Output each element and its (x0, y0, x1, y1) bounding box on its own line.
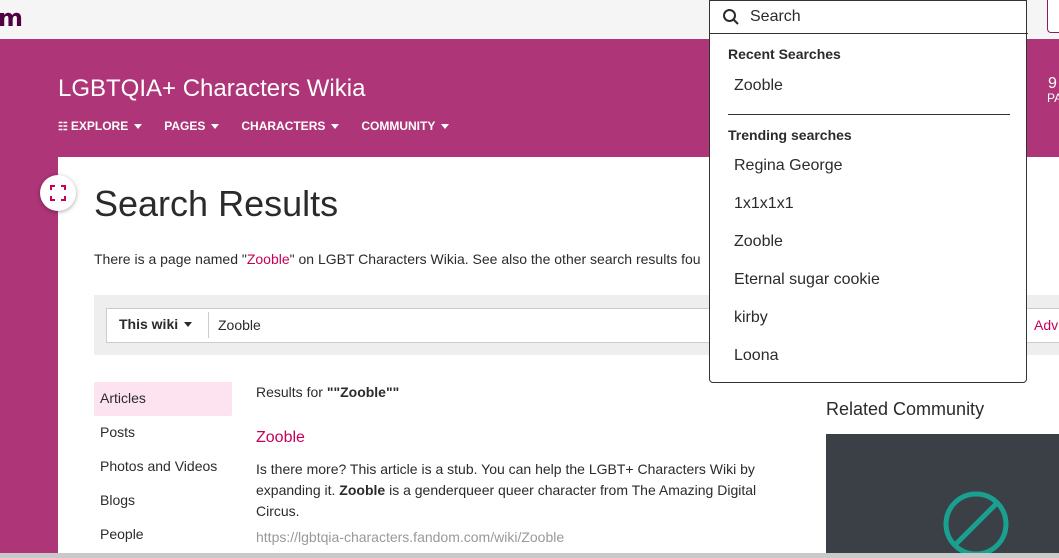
related-community-card[interactable] (826, 434, 1059, 558)
result-title-link[interactable]: Zooble (256, 428, 305, 448)
result-type-people[interactable]: People (94, 518, 232, 552)
expand-icon (50, 185, 66, 201)
dropdown-divider (728, 114, 1010, 115)
search-dropdown: Search Recent Searches Zooble Trending s… (709, 0, 1028, 383)
results-for-label: Results for (256, 384, 327, 400)
trending-search-item[interactable]: 1x1x1x1 (734, 194, 794, 214)
result-snippet: Is there more? This article is a stub. Y… (256, 459, 776, 522)
search-intro: There is a page named "Zooble" on LGBT C… (94, 250, 701, 268)
trending-search-item[interactable]: Zooble (734, 232, 783, 252)
bottom-edge (0, 553, 1059, 558)
account-button[interactable] (1047, 0, 1059, 33)
fandom-logo[interactable]: m (0, 4, 23, 32)
search-scope-select[interactable]: This wiki (119, 316, 193, 332)
nav-pages[interactable]: Pages (164, 118, 220, 134)
search-icon (723, 9, 739, 25)
nav-explore-label: Explore (70, 119, 129, 133)
recent-search-item[interactable]: Zooble (734, 76, 783, 96)
result-type-photos-videos[interactable]: Photos and Videos (94, 450, 232, 484)
global-search-placeholder: Search (750, 8, 801, 25)
trending-search-item[interactable]: Regina George (734, 156, 843, 176)
search-query-input[interactable]: Zooble (218, 317, 261, 333)
nav-explore[interactable]: ☷ Explore (58, 118, 143, 134)
recent-searches-heading: Recent Searches (728, 46, 841, 62)
trending-searches-heading: Trending searches (728, 127, 852, 143)
caret-down-icon (184, 321, 193, 327)
wiki-title[interactable]: LGBTQIA+ Characters Wikia (58, 74, 365, 104)
page-title: Search Results (94, 183, 339, 224)
results-for-heading: Results for ""Zooble"" (256, 383, 399, 401)
chevron-down-icon (211, 123, 220, 129)
advanced-search-link[interactable]: Adv (1034, 317, 1058, 333)
intro-page-link[interactable]: Zooble (247, 251, 290, 267)
chevron-down-icon (441, 123, 450, 129)
chevron-down-icon (134, 123, 143, 129)
nav-characters-label: Characters (241, 119, 326, 133)
nav-pages-label: Pages (164, 119, 206, 133)
wiki-stat-number: 9 (1048, 75, 1057, 92)
global-search-input[interactable]: Search (710, 1, 1028, 34)
search-scope-label: This wiki (119, 316, 179, 332)
wiki-nav: ☷ Explore Pages Characters Community (58, 118, 471, 134)
result-type-articles[interactable]: Articles (94, 382, 232, 416)
intro-text-after: " on LGBT Characters Wikia. See also the… (289, 251, 701, 267)
nav-community-label: Community (361, 119, 436, 133)
results-for-query: ""Zooble"" (326, 384, 400, 400)
result-type-nav: Articles Posts Photos and Videos Blogs P… (94, 382, 232, 552)
result-url[interactable]: https://lgbtqia-characters.fandom.com/wi… (256, 528, 564, 546)
chevron-down-icon (331, 123, 340, 129)
explore-icon: ☷ (58, 120, 68, 133)
result-type-blogs[interactable]: Blogs (94, 484, 232, 518)
intro-text-before: There is a page named " (94, 251, 247, 267)
nav-characters[interactable]: Characters (241, 118, 340, 134)
related-community-heading: Related Community (826, 399, 985, 419)
expand-button[interactable] (40, 175, 76, 211)
trending-search-item[interactable]: Eternal sugar cookie (734, 270, 880, 290)
result-type-posts[interactable]: Posts (94, 416, 232, 450)
nav-community[interactable]: Community (361, 118, 450, 134)
wiki-stat-label: PA (1047, 91, 1059, 105)
trending-search-item[interactable]: Loona (734, 346, 779, 366)
trending-search-item[interactable]: kirby (734, 308, 768, 328)
community-logo-icon (943, 491, 1009, 557)
search-divider (208, 312, 209, 338)
result-snippet-bold: Zooble (339, 482, 386, 498)
